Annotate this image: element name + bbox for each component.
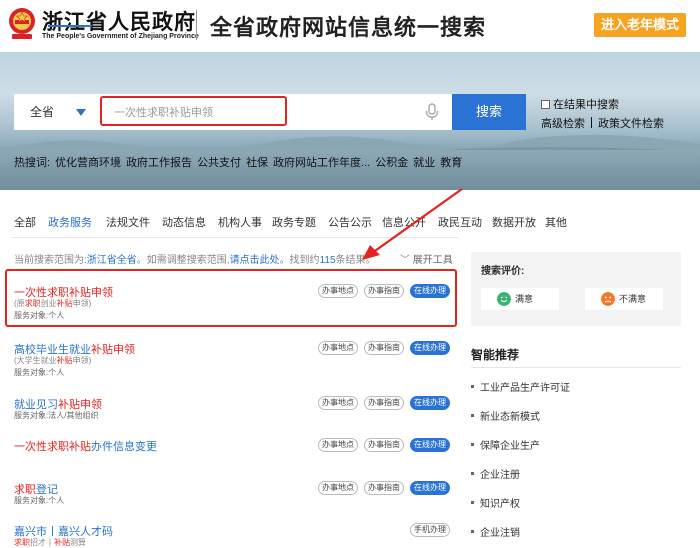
guide-button[interactable]: 办事指南 — [364, 481, 404, 495]
unsatisfied-label: 不满意 — [619, 294, 647, 304]
result-item: 嘉兴市丨嘉兴人才码 求职招才丨补贴测算 手机办理 — [14, 523, 454, 547]
hot-word[interactable]: 政府网站工作年度... — [273, 157, 370, 169]
result-count: 115 — [319, 255, 336, 266]
scope-middle: 。如需调整搜索范围, — [136, 255, 230, 266]
recommend-item[interactable]: 保障企业生产 — [471, 437, 540, 452]
search-in-results-label: 在结果中搜索 — [553, 99, 619, 111]
guide-button[interactable]: 办事指南 — [364, 438, 404, 452]
advanced-search-link[interactable]: 高级检索 — [541, 118, 585, 130]
active-tab-indicator — [48, 25, 92, 27]
tab-regulations[interactable]: 法规文件 — [106, 214, 150, 230]
hot-word[interactable]: 公积金 — [375, 157, 408, 169]
happy-face-icon — [497, 292, 511, 306]
tab-other[interactable]: 其他 — [545, 214, 567, 230]
count-prefix: 。找到约 — [279, 255, 320, 266]
result-title[interactable]: 一次性求职补贴办件信息变更 — [14, 438, 157, 454]
scope-prefix: 当前搜索范围为: — [14, 255, 87, 266]
result-subtitle: (大学生就业补贴申领) — [14, 356, 92, 365]
site-header: 浙江省人民政府 The People's Government of Zheji… — [0, 0, 700, 52]
site-name: 浙江省人民政府 — [42, 9, 196, 34]
elder-mode-button[interactable]: 进入老年模式 — [594, 13, 686, 37]
sad-face-icon — [601, 292, 615, 306]
search-evaluation: 搜索评价: 满意 不满意 — [471, 252, 681, 326]
service-target: 服务对象:个人 — [14, 368, 65, 377]
online-apply-button[interactable]: 在线办理 — [410, 481, 450, 495]
scope-dropdown-icon[interactable] — [76, 109, 86, 116]
location-button[interactable]: 办事地点 — [318, 396, 358, 410]
hot-word[interactable]: 教育 — [440, 157, 462, 169]
service-target: 服务对象:个人 — [14, 496, 65, 505]
search-in-results-checkbox[interactable] — [541, 100, 550, 109]
advanced-links: 高级检索 政策文件检索 — [541, 115, 664, 131]
recommend-item[interactable]: 新业态新模式 — [471, 408, 540, 423]
recommend-divider — [471, 367, 681, 368]
page-title: 全省政府网站信息统一搜索 — [210, 15, 487, 41]
result-subtitle: 求职招才丨补贴测算 — [14, 538, 86, 547]
tab-personnel[interactable]: 机构人事 — [218, 214, 262, 230]
header-divider — [196, 10, 197, 40]
online-apply-button[interactable]: 在线办理 — [410, 438, 450, 452]
result-item: 高校毕业生就业补贴申领 (大学生就业补贴申领) 服务对象:个人 办事地点 办事指… — [14, 341, 454, 391]
hot-word[interactable]: 政府工作报告 — [126, 157, 192, 169]
link-divider — [591, 117, 592, 128]
satisfied-label: 满意 — [515, 294, 534, 304]
tab-open-data[interactable]: 数据开放 — [492, 214, 536, 230]
search-in-results[interactable]: 在结果中搜索 — [541, 96, 619, 112]
hot-search-words: 热搜词: 优化营商环境 政府工作报告 公共支付 社保 政府网站工作年度... 公积金 就业 教育 — [14, 154, 467, 170]
evaluation-title: 搜索评价: — [481, 266, 525, 277]
online-apply-button[interactable]: 在线办理 — [410, 341, 450, 355]
search-scope-info: 当前搜索范围为:浙江省全省。如需调整搜索范围,请点击此处。找到约115条结果。 — [14, 251, 376, 266]
tab-gov-services[interactable]: 政务服务 — [48, 214, 92, 230]
recommend-item[interactable]: 企业注册 — [471, 466, 520, 481]
location-button[interactable]: 办事地点 — [318, 438, 358, 452]
search-button[interactable]: 搜索 — [452, 94, 526, 130]
change-scope-link[interactable]: 请点击此处 — [230, 255, 280, 266]
site-name-en: The People's Government of Zhejiang Prov… — [42, 33, 199, 40]
hot-search-label: 热搜词: — [14, 157, 51, 169]
location-button[interactable]: 办事地点 — [318, 341, 358, 355]
unsatisfied-button[interactable]: 不满意 — [585, 288, 663, 310]
tab-news[interactable]: 动态信息 — [162, 214, 206, 230]
service-target: 服务对象:法人/其他组织 — [14, 411, 99, 420]
hot-word[interactable]: 就业 — [413, 157, 435, 169]
recommend-item[interactable]: 企业注销 — [471, 524, 520, 539]
online-apply-button[interactable]: 在线办理 — [410, 396, 450, 410]
recommend-item[interactable]: 知识产权 — [471, 495, 520, 510]
annotation-arrow — [362, 188, 463, 260]
guide-button[interactable]: 办事指南 — [364, 341, 404, 355]
recommend-item[interactable]: 工业产品生产许可证 — [471, 379, 570, 394]
location-button[interactable]: 办事地点 — [318, 481, 358, 495]
hot-word[interactable]: 社保 — [246, 157, 268, 169]
hot-word[interactable]: 公共支付 — [197, 157, 241, 169]
microphone-icon[interactable] — [424, 103, 440, 121]
mobile-apply-button[interactable]: 手机办理 — [410, 523, 450, 537]
scope-value: 浙江省全省 — [86, 255, 137, 266]
hot-word[interactable]: 优化营商环境 — [55, 157, 121, 169]
guide-button[interactable]: 办事指南 — [364, 396, 404, 410]
input-highlight-box — [100, 96, 287, 126]
result-highlight-box — [5, 269, 457, 327]
tab-topics[interactable]: 政务专题 — [272, 214, 316, 230]
policy-search-link[interactable]: 政策文件检索 — [598, 118, 664, 130]
satisfied-button[interactable]: 满意 — [481, 288, 559, 310]
tab-all[interactable]: 全部 — [14, 214, 36, 230]
national-emblem-icon — [9, 8, 35, 39]
recommend-title: 智能推荐 — [471, 348, 520, 362]
